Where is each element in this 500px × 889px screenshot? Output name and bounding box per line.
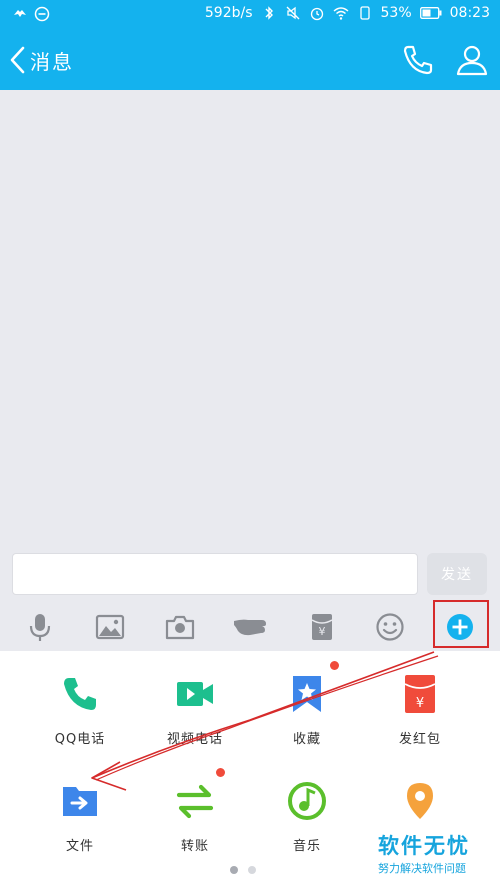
back-label: 消息 — [30, 49, 74, 74]
red-packet-icon[interactable]: ¥ — [306, 611, 338, 643]
phone-icon — [403, 45, 433, 75]
input-row: 发送 — [0, 545, 500, 603]
pager-dot-active[interactable] — [230, 866, 238, 874]
message-list[interactable] — [0, 90, 500, 545]
input-toolbar: ¥ — [0, 603, 500, 651]
panel-item-label: 发红包 — [398, 732, 441, 747]
plus-annotation-box — [433, 600, 489, 648]
svg-text:¥: ¥ — [319, 625, 326, 638]
watermark-title: 软件无忧 — [378, 834, 470, 858]
panel-pager — [230, 866, 256, 874]
panel-item-label: 文件 — [65, 839, 94, 854]
favorites-item[interactable]: 收藏 — [257, 674, 357, 764]
file-item[interactable]: 文件 — [30, 781, 130, 871]
video-call-item[interactable]: 视频电话 — [145, 674, 245, 764]
pager-dot[interactable] — [248, 866, 256, 874]
profile-button[interactable] — [454, 42, 490, 78]
phone-icon — [64, 678, 96, 710]
panel-item-label: QQ电话 — [54, 732, 106, 747]
mute-icon — [286, 6, 299, 20]
transfer-badge — [216, 768, 225, 777]
clock: 08:23 — [449, 5, 490, 21]
music-icon — [288, 782, 326, 820]
music-item[interactable]: 音乐 — [257, 781, 357, 871]
panel-item-label: 转账 — [180, 839, 209, 854]
transfer-item[interactable]: 转账 — [145, 781, 245, 871]
red-packet-item[interactable]: ¥ 发红包 — [370, 674, 470, 764]
image-icon[interactable] — [94, 611, 126, 643]
battery-icon — [419, 7, 442, 19]
location-pin-icon — [407, 783, 433, 819]
qq-notification-icon — [14, 10, 26, 17]
emoji-icon[interactable] — [374, 611, 406, 643]
battery-percent: 53% — [380, 5, 412, 21]
net-speed: 592b/s — [204, 5, 253, 21]
panel-item-label: 音乐 — [292, 839, 321, 854]
red-packet-icon: ¥ — [404, 675, 436, 713]
transfer-icon — [176, 784, 214, 819]
poke-icon[interactable] — [232, 611, 270, 643]
video-camera-icon — [177, 682, 213, 706]
sync-icon — [34, 6, 50, 22]
panel-item-label: 视频电话 — [166, 732, 223, 747]
voice-call-button[interactable] — [400, 42, 436, 78]
bluetooth-icon — [265, 6, 273, 20]
qq-call-item[interactable]: QQ电话 — [30, 674, 130, 764]
panel-item-label: 收藏 — [292, 732, 321, 747]
camera-icon[interactable] — [164, 611, 196, 643]
sim-icon — [359, 6, 370, 20]
wifi-icon — [333, 7, 348, 20]
microphone-icon[interactable] — [24, 611, 56, 643]
chat-header: 消息 — [0, 30, 500, 90]
folder-icon — [63, 787, 97, 816]
send-button[interactable]: 发送 — [427, 553, 487, 595]
svg-text:¥: ¥ — [416, 696, 424, 711]
back-button[interactable]: 消息 — [8, 40, 74, 80]
chevron-left-icon — [10, 46, 25, 74]
message-input[interactable] — [12, 553, 418, 595]
person-icon — [456, 45, 488, 76]
favorites-badge — [330, 661, 339, 670]
alarm-icon — [310, 7, 323, 21]
bookmark-star-icon — [293, 676, 321, 712]
status-bar: 592b/s 53% 08:23 — [0, 0, 500, 30]
watermark-subtitle: 努力解决软件问题 — [378, 862, 466, 875]
